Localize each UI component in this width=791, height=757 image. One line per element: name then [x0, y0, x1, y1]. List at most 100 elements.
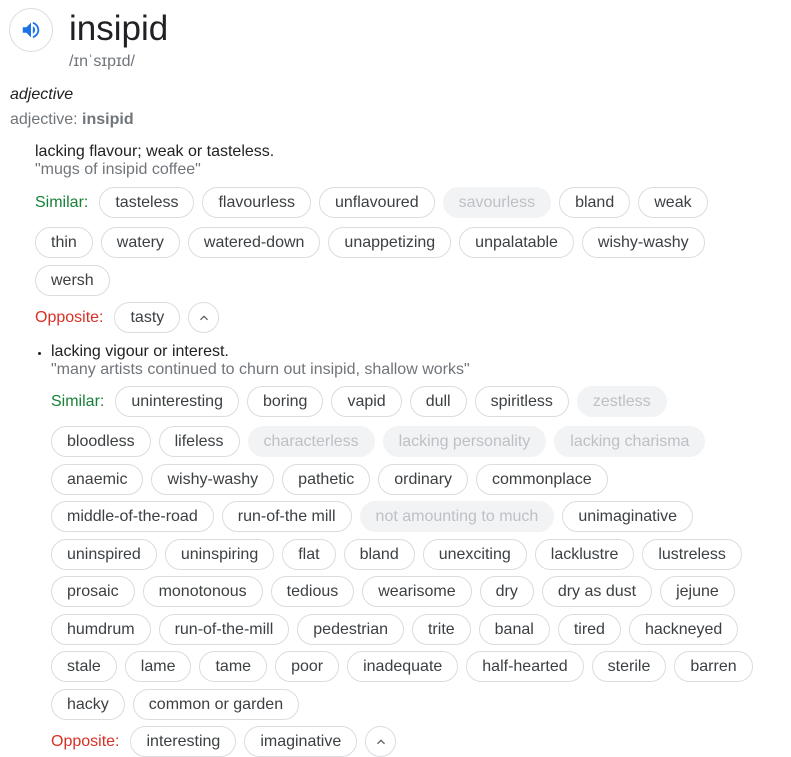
sense-2-similar-row-8: stale lame tame poor inadequate half-hearted s…	[51, 651, 753, 682]
sense-1-opposite-row: Opposite: tasty	[35, 302, 220, 333]
synonym-chip[interactable]: run-of-the mill	[221, 501, 352, 532]
synonym-chip[interactable]: half-hearted	[466, 651, 584, 682]
word-forms-word: insipid	[82, 111, 134, 128]
sense-2-bullet	[38, 352, 41, 355]
synonym-chip[interactable]: stale	[51, 651, 117, 682]
synonym-chip[interactable]: flat	[282, 539, 336, 570]
synonym-chip[interactable]: spiritless	[474, 386, 569, 417]
synonym-chip[interactable]: uninspiring	[164, 539, 275, 570]
word-forms-prefix: adjective:	[10, 111, 83, 128]
sense-2-similar-row-5: uninspired uninspiring flat bland unexciting…	[51, 539, 742, 570]
synonym-chip[interactable]: inadequate	[347, 651, 459, 682]
synonym-chip[interactable]: tired	[557, 614, 621, 645]
synonym-chip[interactable]: watery	[100, 227, 180, 258]
synonym-chip[interactable]: unexciting	[422, 539, 527, 570]
sense-1-example: "mugs of insipid coffee"	[35, 161, 201, 178]
sense-2-example: "many artists continued to churn out ins…	[51, 361, 470, 378]
synonym-chip[interactable]: thin	[35, 227, 93, 258]
opposite-label: Opposite:	[35, 309, 104, 326]
chevron-up-icon	[199, 314, 208, 320]
synonym-chip: savourless	[442, 187, 552, 218]
pronunciation-speaker-button[interactable]	[9, 8, 53, 52]
synonym-chip[interactable]: dry as dust	[541, 576, 653, 607]
synonym-chip[interactable]: banal	[478, 614, 550, 645]
similar-label: Similar:	[51, 393, 105, 410]
synonym-chip[interactable]: monotonous	[142, 576, 263, 607]
synonym-chip[interactable]: tame	[199, 651, 268, 682]
synonym-chip[interactable]: unpalatable	[459, 227, 574, 258]
synonym-chip[interactable]: bloodless	[51, 426, 151, 457]
antonym-chip[interactable]: interesting	[130, 726, 237, 757]
synonym-chip[interactable]: lifeless	[158, 426, 240, 457]
synonym-chip[interactable]: dull	[409, 386, 467, 417]
antonym-chip[interactable]: imaginative	[244, 726, 358, 757]
synonym-chip[interactable]: dry	[479, 576, 534, 607]
synonym-chip[interactable]: bland	[559, 187, 631, 218]
synonym-chip[interactable]: wishy-washy	[151, 464, 275, 495]
synonym-chip[interactable]: uninteresting	[115, 386, 239, 417]
synonym-chip[interactable]: wersh	[35, 265, 110, 296]
chevron-up-icon	[376, 738, 385, 744]
synonym-chip[interactable]: unimaginative	[562, 501, 694, 532]
synonym-chip[interactable]: jejune	[660, 576, 735, 607]
sense-2-collapse-button[interactable]	[365, 726, 397, 757]
opposite-label: Opposite:	[51, 733, 120, 750]
synonym-chip[interactable]: lustreless	[642, 539, 742, 570]
speaker-icon	[22, 21, 40, 39]
similar-label: Similar:	[35, 194, 89, 211]
synonym-chip[interactable]: bland	[343, 539, 415, 570]
synonym-chip[interactable]: pathetic	[282, 464, 371, 495]
synonym-chip: lacking personality	[382, 426, 547, 457]
sense-2-similar-row-1: Similar: uninteresting boring vapid dull spi…	[51, 386, 667, 417]
sense-1-similar-row-1: Similar: tasteless flavourless unflavoured…	[35, 187, 708, 218]
sense-2-similar-row-4: middle-of-the-road run-of-the mill not amo…	[51, 501, 694, 532]
synonym-chip[interactable]: commonplace	[476, 464, 608, 495]
sense-2-similar-row-9: hacky common or garden	[51, 689, 300, 720]
synonym-chip[interactable]: anaemic	[51, 464, 144, 495]
part-of-speech: adjective	[10, 86, 74, 103]
synonym-chip[interactable]: middle-of-the-road	[51, 501, 214, 532]
synonym-chip[interactable]: lame	[124, 651, 192, 682]
synonym-chip[interactable]: wearisome	[362, 576, 472, 607]
synonym-chip[interactable]: hackneyed	[628, 614, 739, 645]
synonym-chip[interactable]: run-of-the-mill	[158, 614, 290, 645]
synonym-chip[interactable]: lacklustre	[534, 539, 635, 570]
synonym-chip[interactable]: unflavoured	[318, 187, 435, 218]
sense-2-similar-row-3: anaemic wishy-washy pathetic ordinary common…	[51, 464, 608, 495]
synonym-chip[interactable]: barren	[674, 651, 753, 682]
synonym-chip[interactable]: hacky	[51, 689, 125, 720]
sense-2-similar-row-6: prosaic monotonous tedious wearisome dry dry …	[51, 576, 735, 607]
sense-1-similar-row-3: wersh	[35, 265, 110, 296]
phonetic-spelling: /ɪnˈsɪpɪd/	[69, 53, 135, 70]
sense-1-similar-row-2: thin watery watered-down unappetizing unpala…	[35, 227, 705, 258]
synonym-chip[interactable]: prosaic	[51, 576, 135, 607]
synonym-chip: not amounting to much	[359, 501, 555, 532]
synonym-chip: zestless	[576, 386, 667, 417]
synonym-chip[interactable]: uninspired	[51, 539, 157, 570]
synonym-chip[interactable]: humdrum	[51, 614, 151, 645]
sense-1-definition: lacking flavour; weak or tasteless.	[35, 143, 275, 160]
synonym-chip[interactable]: watered-down	[187, 227, 321, 258]
sense-1-collapse-button[interactable]	[188, 302, 220, 333]
synonym-chip[interactable]: boring	[246, 386, 324, 417]
sense-2-definition: lacking vigour or interest.	[51, 343, 229, 360]
synonym-chip[interactable]: tedious	[270, 576, 355, 607]
synonym-chip[interactable]: unappetizing	[328, 227, 452, 258]
synonym-chip[interactable]: weak	[638, 187, 708, 218]
synonym-chip[interactable]: common or garden	[132, 689, 300, 720]
antonym-chip[interactable]: tasty	[114, 302, 181, 333]
synonym-chip[interactable]: poor	[275, 651, 340, 682]
synonym-chip: characterless	[247, 426, 375, 457]
synonym-chip[interactable]: tasteless	[99, 187, 195, 218]
sense-2-opposite-row: Opposite: interesting imaginative	[51, 726, 397, 757]
synonym-chip[interactable]: wishy-washy	[581, 227, 705, 258]
synonym-chip[interactable]: trite	[411, 614, 471, 645]
synonym-chip[interactable]: sterile	[591, 651, 667, 682]
synonym-chip[interactable]: vapid	[331, 386, 402, 417]
synonym-chip[interactable]: flavourless	[202, 187, 311, 218]
synonym-chip[interactable]: ordinary	[378, 464, 469, 495]
headword: insipid	[69, 9, 169, 48]
word-forms: adjective: insipid	[10, 110, 134, 130]
synonym-chip[interactable]: pedestrian	[297, 614, 404, 645]
synonym-chip: lacking charisma	[554, 426, 706, 457]
